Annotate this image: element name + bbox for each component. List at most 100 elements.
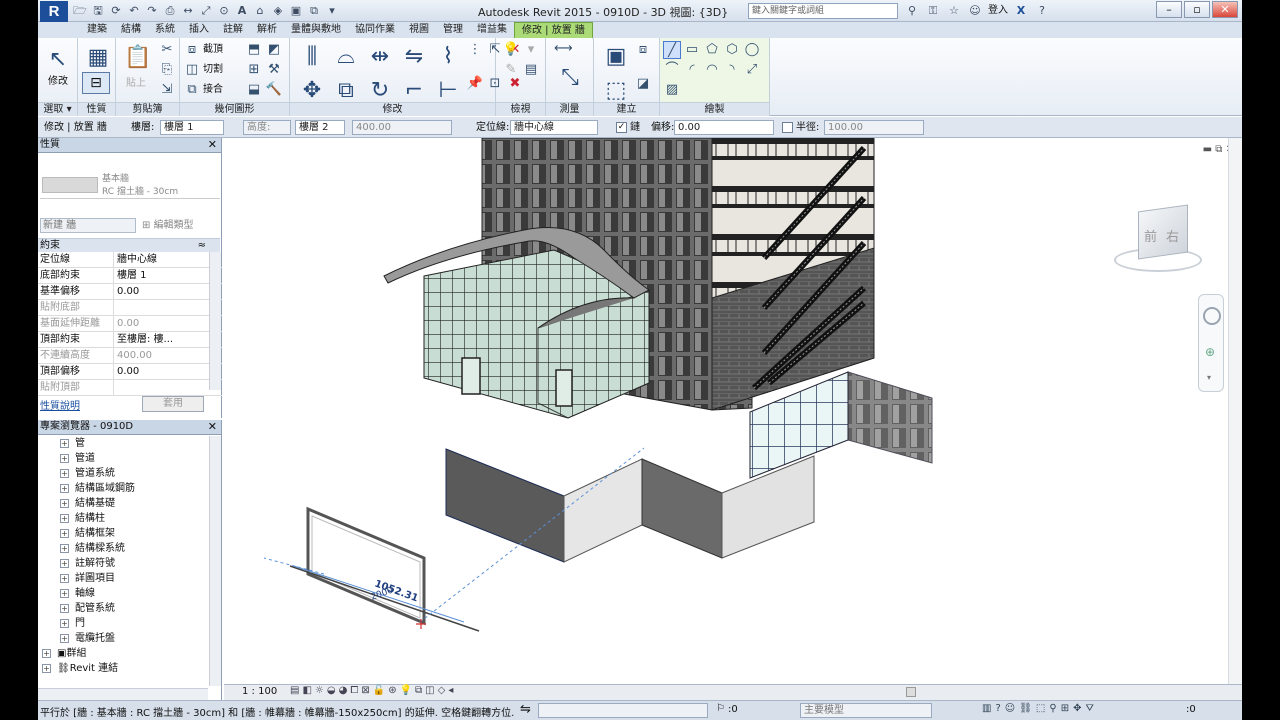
search-input[interactable]: 鍵入關鍵字或詞組 xyxy=(748,3,898,19)
tangent-arc-icon[interactable]: ◠ xyxy=(703,61,721,79)
tree-item[interactable]: + 結構區域鋼筋 xyxy=(38,481,208,496)
viewcube-right[interactable]: 右 xyxy=(1166,226,1179,245)
create-group-icon[interactable]: ⧈ xyxy=(634,41,652,59)
pinned-icon[interactable]: ⚲ xyxy=(1049,703,1056,714)
type-properties-icon[interactable]: ▦ xyxy=(82,42,114,74)
chain-checkbox[interactable]: ✓ xyxy=(616,122,627,133)
tab-9[interactable]: 管理 xyxy=(436,22,470,38)
filter-icon[interactable]: ⛛ xyxy=(1085,703,1093,714)
property-value[interactable]: 400.00 xyxy=(114,348,222,363)
close-hidden-icon[interactable]: ▣ xyxy=(288,3,304,19)
override-graphics-icon[interactable]: 💡 xyxy=(502,41,520,59)
3d-view-icon[interactable]: ⌂ xyxy=(252,3,268,19)
mirror-draw-icon[interactable]: ⇋ xyxy=(398,41,430,73)
tab-0[interactable]: 建築 xyxy=(80,22,114,38)
3d-view-canvas[interactable]: 1052.31 2000 ▬ ⧉ ✕ 前 右 ⊕ ▾ xyxy=(224,137,1242,684)
text-icon[interactable]: A xyxy=(234,3,250,19)
worksets-icon[interactable]: ⇋ xyxy=(520,702,531,717)
linework-icon[interactable]: ✎ xyxy=(502,61,520,79)
section-icon[interactable]: ◈ xyxy=(270,3,286,19)
expand-icon[interactable]: + xyxy=(60,514,69,523)
measure-distance-icon[interactable]: ⟷ xyxy=(554,40,573,58)
tag-icon[interactable]: ⊙ xyxy=(216,3,232,19)
render-icon[interactable]: ◕ xyxy=(339,685,348,696)
property-row[interactable]: 定位線 牆中心線 xyxy=(38,252,222,268)
property-value[interactable] xyxy=(114,300,222,315)
aligned-dimension-icon[interactable]: ⤡ xyxy=(554,62,586,94)
signin-link[interactable]: 登入 xyxy=(988,3,1008,19)
inscribed-polygon-icon[interactable]: ⬠ xyxy=(703,41,721,59)
tree-item[interactable]: + 管 xyxy=(38,436,208,451)
crop-visible-icon[interactable]: ⊠ xyxy=(361,685,369,696)
expand-icon[interactable]: + xyxy=(60,574,69,583)
canvas-vscrollbar[interactable] xyxy=(1228,138,1242,684)
viewcube[interactable]: 前 右 xyxy=(1108,204,1204,274)
minimize-button[interactable]: – xyxy=(1156,1,1182,18)
reveal-hidden-icon[interactable]: 💡 xyxy=(400,685,412,696)
create-similar-icon[interactable]: ▣ xyxy=(600,41,632,73)
height-type-dropdown[interactable]: 高度: xyxy=(243,120,291,135)
scroll-left-icon[interactable]: ◂ xyxy=(448,685,453,696)
sun-path-icon[interactable]: ☼ xyxy=(315,685,324,696)
pick-lines-icon[interactable]: ⤢ xyxy=(743,61,761,79)
apply-button[interactable]: 套用 xyxy=(142,396,204,412)
tree-item[interactable]: + 結構框架 xyxy=(38,526,208,541)
offset-input[interactable]: 0.00 xyxy=(674,120,774,135)
binoculars-icon[interactable]: ⚲ xyxy=(904,3,920,19)
tab-1[interactable]: 結構 xyxy=(114,22,148,38)
minimize-view-icon[interactable]: ▬ xyxy=(1203,144,1212,155)
tab-10[interactable]: 增益集 xyxy=(470,22,514,38)
split-face-icon[interactable]: ⊞ xyxy=(245,61,263,79)
expand-icon[interactable]: + xyxy=(60,634,69,643)
worksharing-icon[interactable]: ⧉ xyxy=(415,685,422,696)
tab-8[interactable]: 視圖 xyxy=(402,22,436,38)
customize-qat-icon[interactable]: ▾ xyxy=(324,3,340,19)
group-node[interactable]: + ▣ 群組 xyxy=(38,646,208,661)
edit-type-button[interactable]: ⊞ 編輯類型 xyxy=(142,218,194,233)
tab-4[interactable]: 註解 xyxy=(216,22,250,38)
property-row[interactable]: 不連續高度 400.00 xyxy=(38,348,222,364)
properties-icon[interactable]: ⊟ xyxy=(82,72,110,94)
star-icon[interactable]: ☆ xyxy=(946,3,962,19)
expand-icon[interactable]: + xyxy=(60,439,69,448)
demolish-icon[interactable]: ⚒ xyxy=(265,61,283,79)
mirror-axis-icon[interactable]: ⇹ xyxy=(364,41,396,73)
tree-item[interactable]: + 詳圖項目 xyxy=(38,571,208,586)
close-button[interactable]: ✕ xyxy=(1212,1,1238,18)
property-row[interactable]: 貼附底部 xyxy=(38,300,222,316)
line-icon[interactable]: ╱ xyxy=(663,41,681,59)
offset-icon[interactable]: ⌓ xyxy=(330,41,362,73)
close-icon[interactable]: ✕ xyxy=(208,138,217,152)
copy-icon[interactable]: ⎘ xyxy=(158,61,176,79)
hammer-icon[interactable]: 🔨 xyxy=(265,81,283,99)
tab-7[interactable]: 協同作業 xyxy=(348,22,402,38)
unlock-view-icon[interactable]: 🔓 xyxy=(373,685,385,696)
print-icon[interactable]: ⎙ xyxy=(162,3,178,19)
match-properties-icon[interactable]: ⇲ xyxy=(158,81,176,99)
cut-icon[interactable]: ✂ xyxy=(158,41,176,59)
paste-icon[interactable]: 📋 xyxy=(122,42,154,74)
instance-filter-dropdown[interactable]: 新建 牆 xyxy=(40,218,136,233)
view-options-icon[interactable]: ▾ xyxy=(522,41,540,59)
revit-links-node[interactable]: + ⛓ Revit 連結 xyxy=(38,661,208,676)
expand-icon[interactable]: + xyxy=(42,664,51,673)
workset-dropdown[interactable] xyxy=(538,703,708,718)
expand-icon[interactable]: + xyxy=(60,559,69,568)
visual-style-icon[interactable]: ◧ xyxy=(302,685,311,696)
join-wall-icon[interactable]: ⬓ xyxy=(245,81,263,99)
tree-item[interactable]: + 結構樑系統 xyxy=(38,541,208,556)
restore-button[interactable]: ▫ xyxy=(1184,1,1210,18)
pick-faces-icon[interactable]: ▨ xyxy=(663,81,681,99)
collapse-icon[interactable]: ≈ xyxy=(198,239,206,252)
property-value[interactable]: 0.00 xyxy=(114,284,222,299)
property-value[interactable]: 樓層 1 xyxy=(114,268,222,283)
split-icon[interactable]: ⌇ xyxy=(432,41,464,73)
type-selector[interactable]: 基本牆 RC 擋土牆 - 30cm xyxy=(40,155,220,199)
dimension-icon[interactable]: ⤢ xyxy=(198,3,214,19)
tree-item[interactable]: + 管道 xyxy=(38,451,208,466)
user-icon[interactable]: ☺ xyxy=(967,3,983,19)
detail-level-icon[interactable]: ▤ xyxy=(290,685,299,696)
property-value[interactable]: 0.00 xyxy=(114,364,222,379)
model-drawing[interactable]: 1052.31 2000 xyxy=(224,137,1242,684)
radius-checkbox[interactable] xyxy=(782,122,793,133)
